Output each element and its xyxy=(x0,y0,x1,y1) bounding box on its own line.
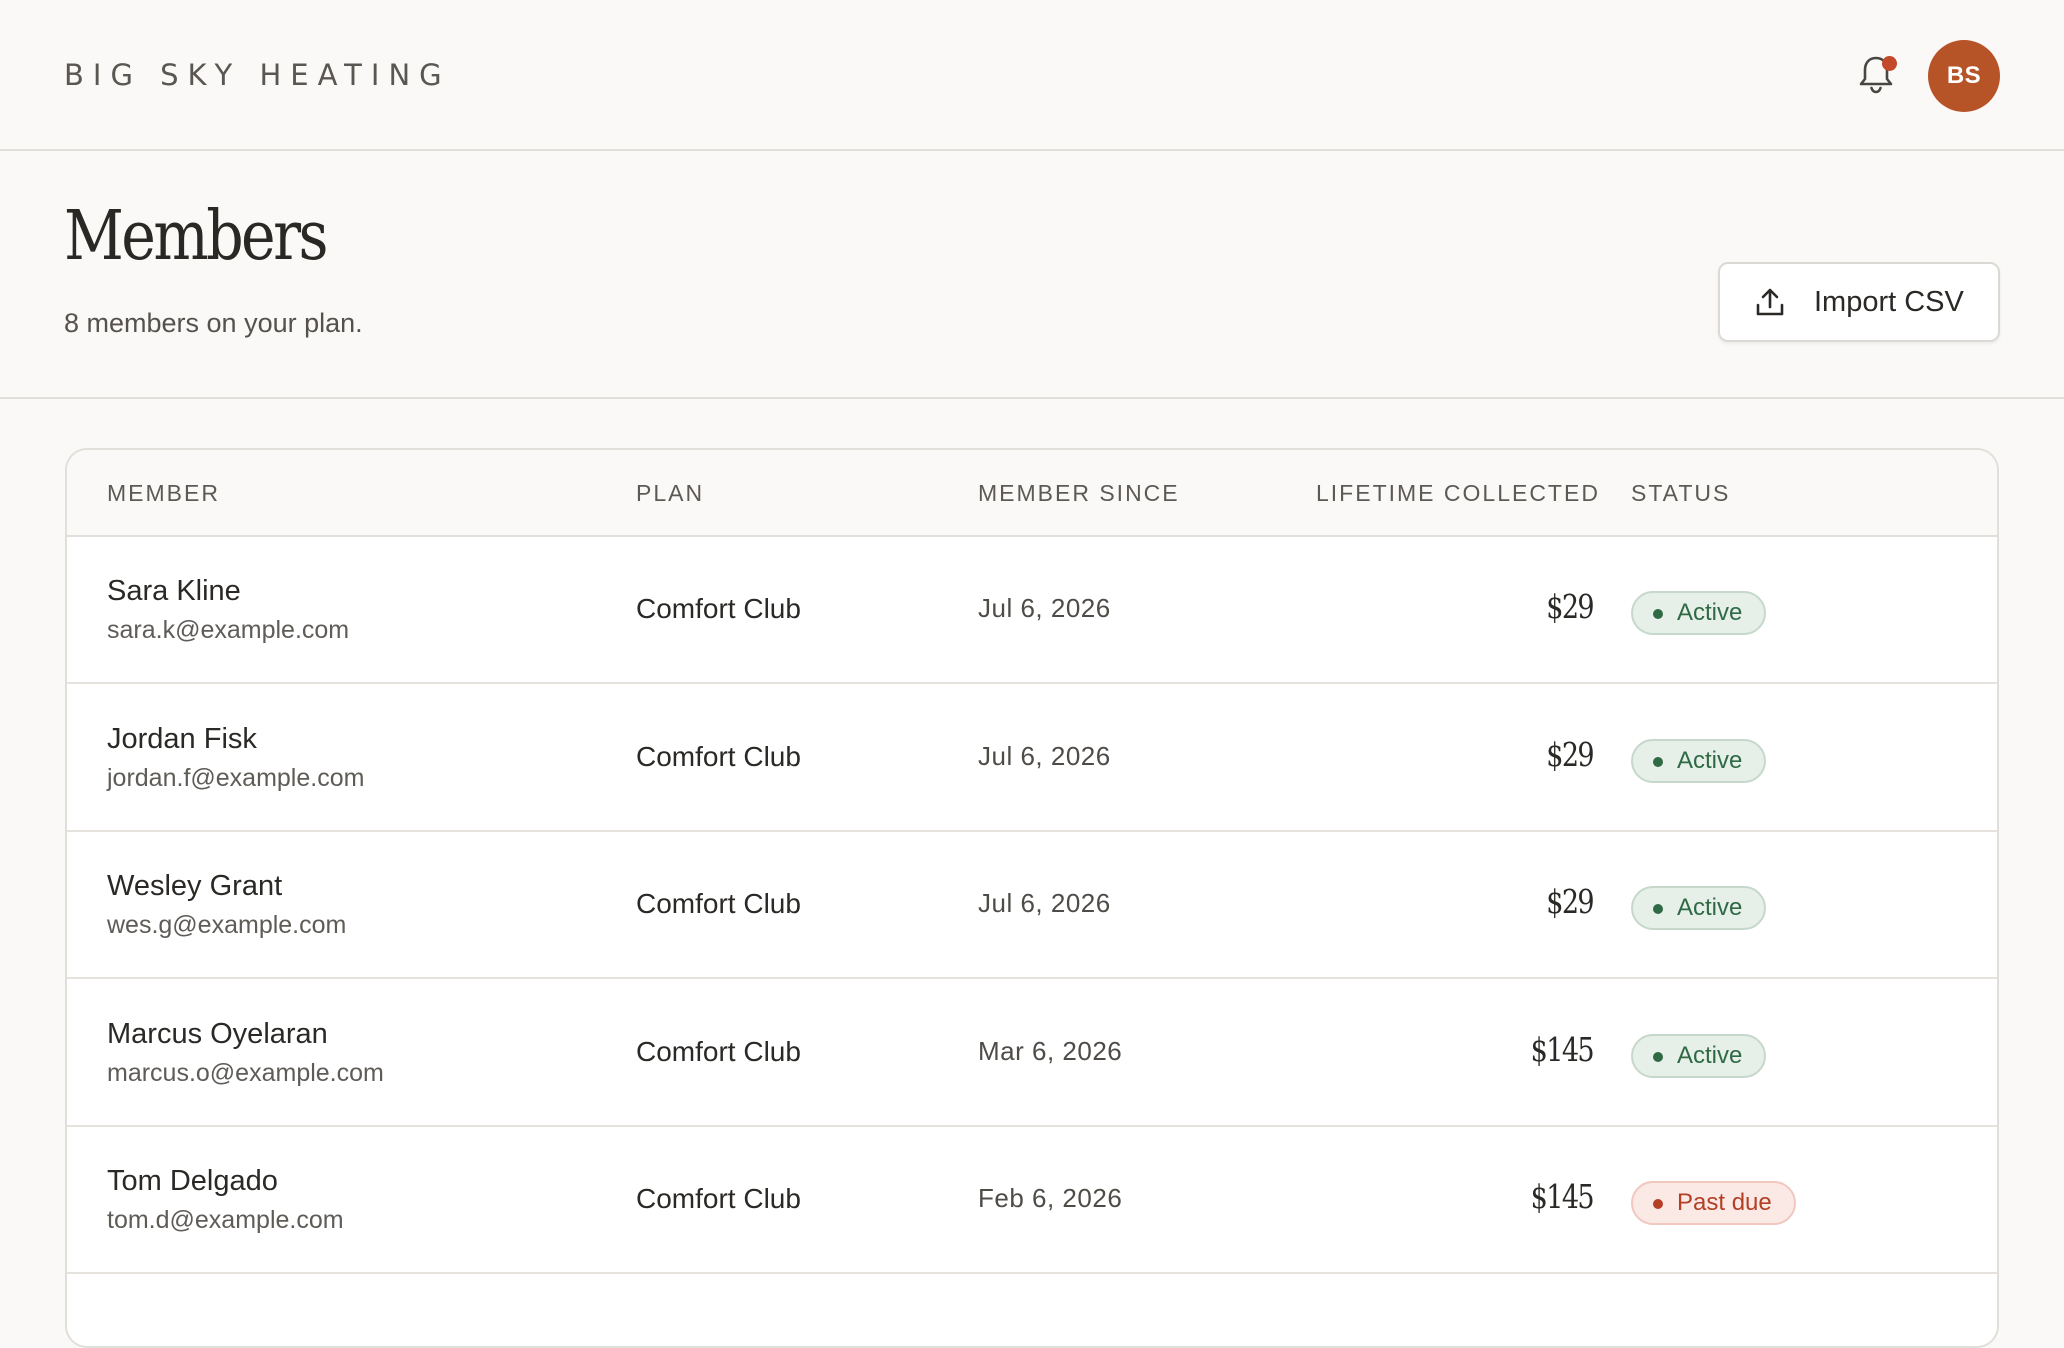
member-name: Tom Delgado xyxy=(107,1165,278,1197)
member-email: wes.g@example.com xyxy=(107,911,347,939)
chevron-right-icon[interactable] xyxy=(1997,890,1999,920)
column-header-lifetime-collected: Lifetime collected xyxy=(1316,480,1600,506)
member-email: jordan.f@example.com xyxy=(107,764,365,792)
status-badge: Active xyxy=(1631,739,1767,783)
chevron-right-icon[interactable] xyxy=(1997,595,1999,625)
member-plan: Comfort Club xyxy=(636,888,801,919)
page-subtitle: 8 members on your plan. xyxy=(64,308,363,338)
chevron-right-icon[interactable] xyxy=(1997,1185,1999,1215)
column-header-plan: Plan xyxy=(636,480,705,506)
column-header-member-since: Member since xyxy=(978,480,1180,506)
column-header-member: Member xyxy=(107,480,220,506)
lifetime-collected: $29 xyxy=(1546,735,1594,774)
avatar[interactable]: BS xyxy=(1928,40,2000,112)
table-row[interactable]: Marcus Oyelaran marcus.o@example.com Com… xyxy=(67,980,1997,1127)
lifetime-collected: $145 xyxy=(1530,1030,1595,1069)
member-plan: Comfort Club xyxy=(636,1036,801,1067)
table-header: Member Plan Member since Lifetime collec… xyxy=(67,450,1997,537)
member-since: Jul 6, 2026 xyxy=(978,593,1111,623)
lifetime-collected: $29 xyxy=(1546,587,1594,626)
top-bar: BIG SKY HEATING BS xyxy=(0,0,2064,151)
page-header: Members 8 members on your plan. Import C… xyxy=(0,151,2064,399)
member-name: Marcus Oyelaran xyxy=(107,1018,328,1050)
column-header-status: Status xyxy=(1631,480,1731,506)
member-name: Jordan Fisk xyxy=(107,723,257,755)
status-badge: Past due xyxy=(1631,1181,1796,1225)
import-csv-label: Import CSV xyxy=(1814,286,1964,318)
table-row[interactable]: Sara Kline sara.k@example.com Comfort Cl… xyxy=(67,537,1997,684)
table-row[interactable]: Wesley Grant wes.g@example.com Comfort C… xyxy=(67,832,1997,979)
member-plan: Comfort Club xyxy=(636,741,801,772)
table-row[interactable]: Tom Delgado tom.d@example.com Comfort Cl… xyxy=(67,1127,1997,1274)
lifetime-collected: $29 xyxy=(1546,882,1594,921)
lifetime-collected: $145 xyxy=(1530,1177,1595,1216)
member-plan: Comfort Club xyxy=(636,593,801,624)
member-since: Jul 6, 2026 xyxy=(978,741,1111,771)
brand-logo: BIG SKY HEATING xyxy=(64,58,451,92)
avatar-initials: BS xyxy=(1946,62,1982,89)
status-badge: Active xyxy=(1631,591,1767,635)
table-row[interactable]: Jordan Fisk jordan.f@example.com Comfort… xyxy=(67,685,1997,832)
members-table: Member Plan Member since Lifetime collec… xyxy=(65,448,1999,1348)
member-name: Sara Kline xyxy=(107,575,241,607)
upload-icon xyxy=(1756,288,1784,316)
member-email: marcus.o@example.com xyxy=(107,1059,384,1087)
page-title: Members xyxy=(64,197,328,276)
import-csv-button[interactable]: Import CSV xyxy=(1718,262,2000,342)
member-email: sara.k@example.com xyxy=(107,616,350,644)
member-since: Jul 6, 2026 xyxy=(978,888,1111,918)
chevron-right-icon[interactable] xyxy=(1997,1038,1999,1068)
notification-dot xyxy=(1882,56,1897,71)
member-plan: Comfort Club xyxy=(636,1183,801,1214)
member-since: Feb 6, 2026 xyxy=(978,1183,1123,1213)
member-since: Mar 6, 2026 xyxy=(978,1036,1123,1066)
status-badge: Active xyxy=(1631,886,1767,930)
status-badge: Active xyxy=(1631,1034,1767,1078)
member-email: tom.d@example.com xyxy=(107,1206,344,1234)
member-name: Wesley Grant xyxy=(107,870,283,902)
chevron-right-icon[interactable] xyxy=(1997,743,1999,773)
